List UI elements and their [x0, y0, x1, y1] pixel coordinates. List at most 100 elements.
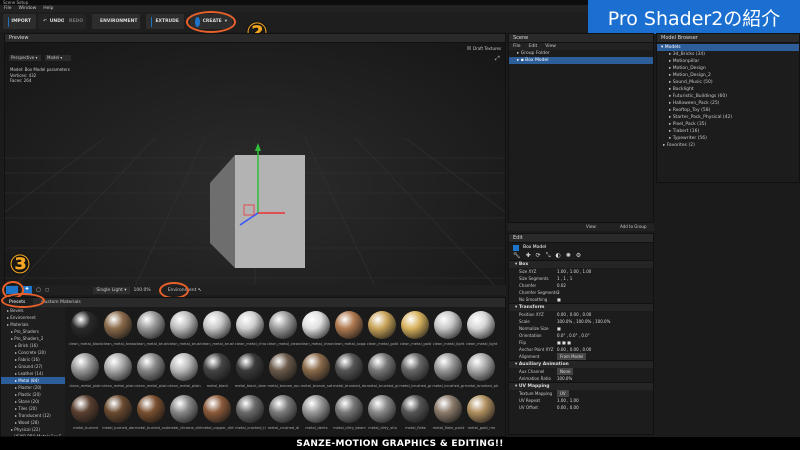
- edit-row[interactable]: Size XYZ 1.00 , 1.00 , 1.00: [509, 268, 653, 275]
- material-swatch[interactable]: [368, 353, 396, 381]
- environment-button[interactable]: ENVIRONMENT: [92, 14, 140, 29]
- model-item[interactable]: ▾ Models: [657, 44, 799, 51]
- material-swatch[interactable]: [434, 353, 462, 381]
- material-swatch[interactable]: [236, 395, 264, 423]
- material-swatch[interactable]: [335, 353, 363, 381]
- shading-select[interactable]: Model ▾: [45, 55, 71, 61]
- preset-tree-item[interactable]: ▸ Tiles (20): [1, 405, 65, 412]
- preset-tree-item[interactable]: ▸ Metal (84): [1, 377, 65, 384]
- menu-window[interactable]: Window: [19, 5, 37, 12]
- preset-tree-item[interactable]: ▸ Ground (27): [1, 363, 65, 370]
- model-item[interactable]: ▸ Sound_Music (50): [657, 79, 799, 86]
- draft-textures-toggle[interactable]: Draft Textures: [467, 46, 501, 51]
- model-item[interactable]: ▸ Pixel_Pack (35): [657, 121, 799, 128]
- material-swatch[interactable]: [170, 311, 198, 339]
- model-item[interactable]: ▸ Halloween_Pack (25): [657, 100, 799, 107]
- edit-section-transform[interactable]: ▾ Transform: [509, 303, 653, 311]
- material-swatch[interactable]: [467, 395, 495, 423]
- preset-tree-item[interactable]: ▸ Bevels: [1, 307, 65, 314]
- material-swatch[interactable]: [236, 311, 264, 339]
- view-mode-select[interactable]: Perspective ▾: [9, 55, 41, 61]
- model-item[interactable]: ▸ Rooftop_Toy (58): [657, 107, 799, 114]
- material-swatch[interactable]: [104, 311, 132, 339]
- material-swatch[interactable]: [203, 311, 231, 339]
- scene-menu-view[interactable]: View: [545, 43, 556, 50]
- material-swatch[interactable]: [401, 395, 429, 423]
- material-swatch[interactable]: [368, 395, 396, 423]
- preset-tree-item[interactable]: ▸ Environment: [1, 314, 65, 321]
- material-swatch[interactable]: [467, 353, 495, 381]
- preset-tree-item[interactable]: ▸ Stone (20): [1, 398, 65, 405]
- edit-row[interactable]: Flip ■ ■ ■: [509, 339, 653, 346]
- preset-tree-item[interactable]: ▸ Pro_Shaders_2: [1, 335, 65, 342]
- expand-icon[interactable]: ⤢: [495, 55, 500, 63]
- material-swatch[interactable]: [434, 395, 462, 423]
- material-swatch[interactable]: [401, 311, 429, 339]
- material-swatch[interactable]: [71, 395, 99, 423]
- edit-row[interactable]: No Smoothing ■: [509, 296, 653, 303]
- edit-row[interactable]: Chamfer Segments 3: [509, 289, 653, 296]
- edit-section-box[interactable]: ▾ Box: [509, 260, 653, 268]
- viewport[interactable]: Perspective ▾ Model ▾ Draft Textures Mod…: [5, 43, 505, 286]
- material-swatch[interactable]: [335, 395, 363, 423]
- settings-icon[interactable]: ⚙: [576, 252, 581, 260]
- scene-menu-file[interactable]: File: [513, 43, 521, 50]
- edit-row[interactable]: Aux Channel None: [509, 368, 653, 375]
- preset-tree-item[interactable]: ▸ Materials: [1, 321, 65, 328]
- model-item[interactable]: ▸ Motion_Design: [657, 65, 799, 72]
- scene-menu-edit[interactable]: Edit: [529, 43, 538, 50]
- material-swatch[interactable]: [137, 395, 165, 423]
- box-model[interactable]: [200, 143, 320, 273]
- material-swatch[interactable]: [71, 353, 99, 381]
- scale-icon[interactable]: ⤡: [546, 252, 551, 260]
- edit-row[interactable]: Orientation 0.0° , 0.0° , 0.0°: [509, 332, 653, 339]
- material-swatch[interactable]: [203, 353, 231, 381]
- material-swatch[interactable]: [170, 395, 198, 423]
- scene-item-group-folder[interactable]: ▸ Group Folder: [509, 50, 653, 57]
- material-swatch[interactable]: [302, 395, 330, 423]
- material-swatch[interactable]: [170, 353, 198, 381]
- edit-row[interactable]: Alignment From Model: [509, 353, 653, 360]
- material-swatch[interactable]: [71, 311, 99, 339]
- wrench-icon[interactable]: 🔧︎: [513, 252, 521, 260]
- menu-file[interactable]: File: [4, 5, 12, 12]
- model-item[interactable]: ▸ Motionpillar: [657, 58, 799, 65]
- light-select[interactable]: Single Light ▾: [93, 286, 130, 294]
- material-swatch[interactable]: [137, 311, 165, 339]
- orbit-icon[interactable]: ◯: [36, 288, 41, 293]
- material-swatch[interactable]: [401, 353, 429, 381]
- material-swatch[interactable]: [269, 395, 297, 423]
- material-swatch[interactable]: [302, 353, 330, 381]
- undo-button[interactable]: ↶ UNDO: [38, 14, 65, 29]
- model-item[interactable]: ▸ Backlight: [657, 86, 799, 93]
- model-item[interactable]: ▸ Motion_Design_2: [657, 72, 799, 79]
- preset-tree-item[interactable]: ▸ Concrete (20): [1, 349, 65, 356]
- edit-row[interactable]: Normalize Size ■: [509, 325, 653, 332]
- model-item[interactable]: ▸ Typewriter (56): [657, 135, 799, 142]
- material-swatch[interactable]: [269, 311, 297, 339]
- material-swatch[interactable]: [137, 353, 165, 381]
- material-swatch[interactable]: [236, 353, 264, 381]
- edit-row[interactable]: UV Repeat 1.00 , 1.00: [509, 397, 653, 404]
- edit-row[interactable]: UV Offset 0.00 , 0.00: [509, 404, 653, 411]
- edit-row[interactable]: Position XYZ 0.00 , 0.00 , 0.00: [509, 311, 653, 318]
- model-item[interactable]: ▸ Tiabert (16): [657, 128, 799, 135]
- edit-row[interactable]: Scale 100.0% , 100.0% , 100.0%: [509, 318, 653, 325]
- material-swatch[interactable]: [434, 311, 462, 339]
- material-swatch[interactable]: [302, 311, 330, 339]
- menu-help[interactable]: Help: [43, 5, 53, 12]
- material-swatch[interactable]: [335, 311, 363, 339]
- import-button[interactable]: IMPORT: [3, 14, 36, 29]
- preset-tree-item[interactable]: ▸ Pro_Shaders: [1, 328, 65, 335]
- edit-row[interactable]: Texture Mapping UV: [509, 390, 653, 397]
- frame-icon[interactable]: ▢: [45, 288, 49, 293]
- preset-tree-item[interactable]: ▸ Plastic (20): [1, 391, 65, 398]
- material-swatch[interactable]: [104, 395, 132, 423]
- model-item[interactable]: ▸ Futuristic_Buildings (60): [657, 93, 799, 100]
- material-swatch[interactable]: [203, 395, 231, 423]
- material-swatch[interactable]: [269, 353, 297, 381]
- edit-section-uv[interactable]: ▾ UV Mapping: [509, 382, 653, 390]
- preset-tree-item[interactable]: ▸ Physical (22): [1, 426, 65, 433]
- material-swatch[interactable]: [368, 311, 396, 339]
- rotate-icon[interactable]: ⟳: [536, 252, 541, 260]
